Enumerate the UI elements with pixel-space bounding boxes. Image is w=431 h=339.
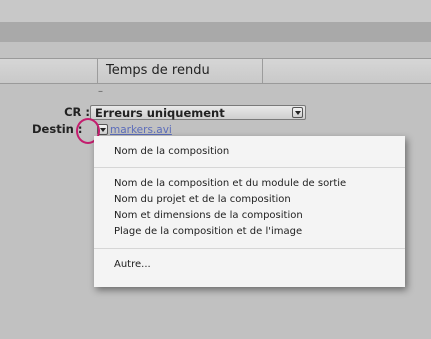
destination-naming-menu: Nom de la composition Nom de la composit… [94, 136, 405, 287]
cr-label: CR : [64, 105, 90, 119]
menu-item-composition-and-output-module[interactable]: Nom de la composition et du module de so… [114, 178, 346, 189]
menu-separator [94, 248, 405, 249]
column-title-temps-de-rendu[interactable]: Temps de rendu [106, 63, 210, 78]
menu-separator [94, 167, 405, 168]
table-header: Temps de rendu [0, 58, 431, 84]
cr-select[interactable]: Erreurs uniquement [90, 105, 306, 120]
column-divider[interactable] [97, 59, 98, 83]
column-divider[interactable] [262, 59, 263, 83]
top-band [0, 0, 431, 22]
menu-item-project-and-composition[interactable]: Nom du projet et de la composition [114, 194, 291, 205]
menu-item-composition-name-and-dimensions[interactable]: Nom et dimensions de la composition [114, 210, 303, 221]
chevron-down-icon[interactable] [292, 107, 303, 118]
empty-value-dash: – [98, 86, 103, 97]
menu-item-other[interactable]: Autre... [114, 259, 151, 270]
menu-item-composition-name[interactable]: Nom de la composition [114, 146, 229, 157]
spacer-band [0, 42, 431, 58]
cr-select-value: Erreurs uniquement [95, 106, 225, 120]
toolbar-band [0, 22, 431, 42]
destination-file-link[interactable]: markers.avi [110, 124, 172, 136]
destination-label: Destin : [32, 122, 83, 136]
menu-item-composition-and-frame-range[interactable]: Plage de la composition et de l'image [114, 226, 302, 237]
